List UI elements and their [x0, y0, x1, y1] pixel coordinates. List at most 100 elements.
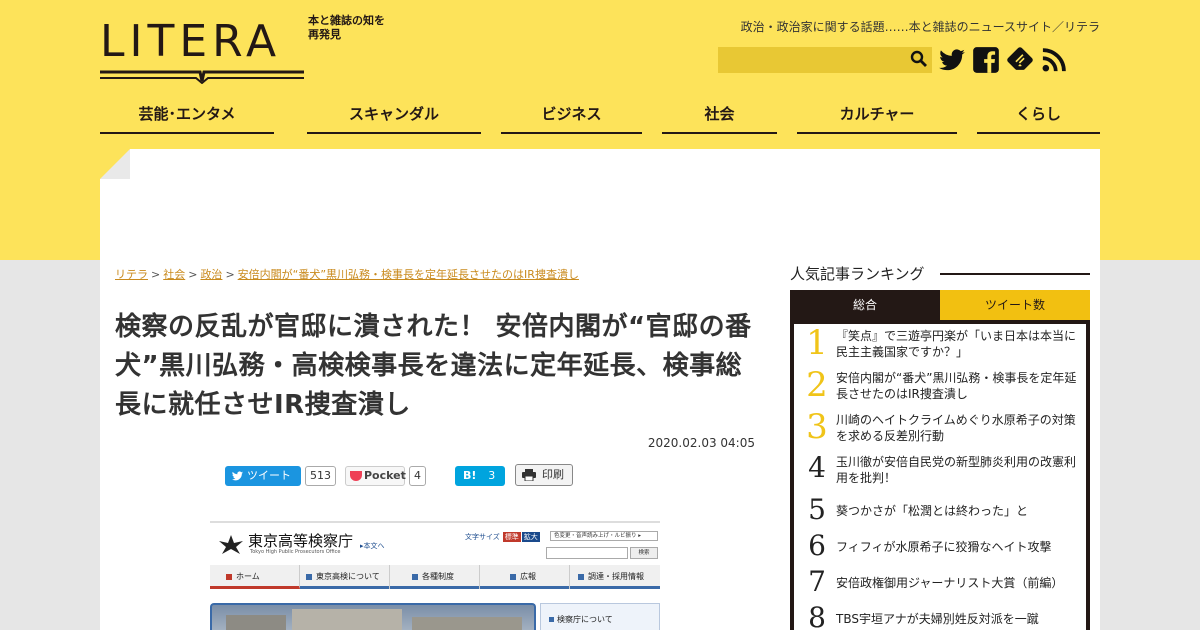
image-site-sub: Tokyo High Public Prosecutors Office	[250, 549, 341, 555]
image-nav-recruit: 調達・採用情報	[570, 565, 660, 589]
nav-item-culture[interactable]: カルチャー	[797, 100, 957, 134]
nav-item-scandal[interactable]: スキャンダル	[307, 100, 481, 134]
twitter-icon[interactable]	[938, 46, 966, 74]
image-nav-pr: 広報	[480, 565, 570, 589]
ranking-item[interactable]: 2 安倍内閣が“番犬”黒川弘務・検事長を定年延長させたのはIR捜査潰し	[794, 366, 1086, 406]
image-side-label: 検察庁について	[549, 614, 613, 625]
rank-number: 6	[808, 529, 826, 562]
hatena-label: B!	[463, 469, 477, 482]
logo-tagline: 本と雑誌の知を再発見	[308, 14, 385, 41]
breadcrumb-current[interactable]: 安倍内閣が“番犬”黒川弘務・検事長を定年延長させたのはIR捜査潰し	[238, 268, 579, 281]
pocket-icon	[350, 471, 362, 481]
breadcrumb-society[interactable]: 社会	[163, 268, 185, 281]
image-text-size: 文字サイズ 標準 拡大	[465, 532, 540, 542]
ranking-list: 1 『笑点』で三遊亭円楽が「いま日本は本当に民主主義国家ですか？」 2 安倍内閣…	[794, 324, 1086, 630]
image-nav-about: 東京高検について	[300, 565, 390, 589]
search-box	[718, 47, 932, 73]
ranking-item[interactable]: 4 玉川徹が安倍自民党の新型肺炎利用の改憲利用を批判！	[794, 450, 1086, 490]
image-search-button: 検索	[630, 547, 658, 559]
ranking-item[interactable]: 8 TBS宇垣アナが夫婦別姓反対派を一蹴	[794, 600, 1086, 630]
image-text-size-label: 文字サイズ	[465, 533, 500, 541]
image-nav-recruit-label: 調達・採用情報	[588, 572, 644, 581]
tab-tweet-count[interactable]: ツイート数	[940, 290, 1090, 320]
pocket-label: Pocket	[364, 469, 406, 482]
rank-number: 1	[806, 323, 828, 363]
rank-title: 葵つかさが「松潤とは終わった」と	[836, 504, 1029, 518]
article-title: 検察の反乱が官邸に潰された！ 安倍内閣が“官邸の番犬”黒川弘務・高検検事長を違法…	[115, 312, 752, 420]
rank-title: TBS宇垣アナが夫婦別姓反対派を一蹴	[836, 612, 1039, 626]
image-nav-home: ホーム	[210, 565, 300, 589]
ranking-item[interactable]: 3 川崎のヘイトクライムめぐり水原希子の対策を求める反差別行動	[794, 408, 1086, 448]
image-site-name: 東京高等検察庁	[248, 532, 354, 550]
home-icon	[226, 574, 232, 580]
facebook-icon[interactable]	[972, 46, 1000, 74]
nav-item-entertainment[interactable]: 芸能･エンタメ	[100, 100, 274, 134]
building-shape	[412, 617, 522, 630]
rank-title: フィフィが水原希子に狡猾なヘイト攻撃	[836, 540, 1052, 554]
tweet-button[interactable]: ツイート	[225, 466, 301, 486]
tab-total[interactable]: 総合	[790, 290, 940, 320]
breadcrumb-separator: >	[151, 268, 161, 281]
breadcrumb-home[interactable]: リテラ	[115, 268, 148, 281]
square-icon	[412, 574, 418, 580]
hatena-bookmark-button[interactable]: B! 3	[455, 466, 505, 486]
image-nav-systems-label: 各種制度	[422, 572, 454, 581]
search-button[interactable]	[908, 50, 930, 70]
building-shape	[292, 609, 402, 630]
rank-title: 安倍政権御用ジャーナリスト大賞（前編）	[836, 576, 1064, 590]
square-icon	[578, 574, 584, 580]
image-nav-pr-label: 広報	[520, 572, 536, 581]
breadcrumb-politics[interactable]: 政治	[200, 268, 222, 281]
rss-icon[interactable]	[1040, 46, 1068, 74]
page-fold-corner	[100, 149, 130, 179]
book-icon	[100, 70, 304, 84]
search-input[interactable]	[718, 47, 906, 73]
ranking-item[interactable]: 5 葵つかさが「松潤とは終わった」と	[794, 492, 1086, 532]
pocket-count: 4	[409, 466, 426, 486]
image-text-size-std: 標準	[502, 532, 521, 542]
image-nav-home-label: ホーム	[236, 572, 260, 581]
image-search-field	[546, 547, 628, 559]
rank-number: 7	[808, 565, 826, 598]
article-image: 東京高等検察庁 Tokyo High Public Prosecutors Of…	[210, 521, 660, 630]
nav-item-life[interactable]: くらし	[977, 100, 1100, 134]
ranking-item[interactable]: 1 『笑点』で三遊亭円楽が「いま日本は本当に民主主義国家ですか？」	[794, 324, 1086, 364]
ranking-item[interactable]: 6 フィフィが水原希子に狡猾なヘイト攻撃	[794, 528, 1086, 568]
nav-item-business[interactable]: ビジネス	[501, 100, 642, 134]
main-nav: 芸能･エンタメ スキャンダル ビジネス 社会 カルチャー くらし	[100, 100, 1100, 136]
ranking-title-rule	[940, 273, 1090, 275]
image-skip-link: ▸本文へ	[360, 542, 385, 550]
printer-icon	[522, 469, 536, 481]
image-nav-about-label: 東京高検について	[316, 572, 380, 581]
image-nav-systems: 各種制度	[390, 565, 480, 589]
rank-number: 3	[806, 407, 828, 447]
image-text-size-big: 拡大	[521, 532, 540, 542]
image-accessibility-link: 色変更・音声読み上げ・ルビ振り ▸	[550, 531, 658, 541]
print-button[interactable]: 印刷	[515, 464, 573, 486]
ranking-box: 総合 ツイート数 1 『笑点』で三遊亭円楽が「いま日本は本当に民主主義国家ですか…	[790, 290, 1090, 630]
search-icon	[910, 50, 927, 67]
twitter-icon	[232, 471, 243, 481]
rank-number: 8	[808, 601, 826, 630]
pocket-button[interactable]: Pocket	[345, 466, 406, 486]
social-links	[938, 46, 1068, 74]
nav-item-society[interactable]: 社会	[662, 100, 777, 134]
rank-title: 川崎のヘイトクライムめぐり水原希子の対策を求める反差別行動	[836, 413, 1076, 443]
rank-number: 2	[806, 365, 828, 405]
rank-number: 5	[808, 493, 826, 526]
image-side-box: 検察庁について	[540, 603, 660, 630]
image-building-photo	[210, 603, 536, 630]
site-logo[interactable]: LITERA 本と雑誌の知を再発見	[100, 14, 385, 86]
tweet-count: 513	[305, 466, 336, 486]
rank-number: 4	[808, 451, 826, 484]
image-site-header: 東京高等検察庁 Tokyo High Public Prosecutors Of…	[210, 523, 660, 565]
tweet-label: ツイート	[247, 469, 291, 482]
square-icon	[510, 574, 516, 580]
print-label: 印刷	[542, 468, 564, 481]
feedly-icon[interactable]	[1006, 46, 1034, 74]
hatena-count: 3	[488, 469, 496, 482]
square-icon	[306, 574, 312, 580]
breadcrumb: リテラ > 社会 > 政治 > 安倍内閣が“番犬”黒川弘務・検事長を定年延長させたのはIR捜…	[115, 266, 579, 282]
logo-wordmark: LITERA	[100, 16, 282, 67]
ranking-item[interactable]: 7 安倍政権御用ジャーナリスト大賞（前編）	[794, 564, 1086, 604]
